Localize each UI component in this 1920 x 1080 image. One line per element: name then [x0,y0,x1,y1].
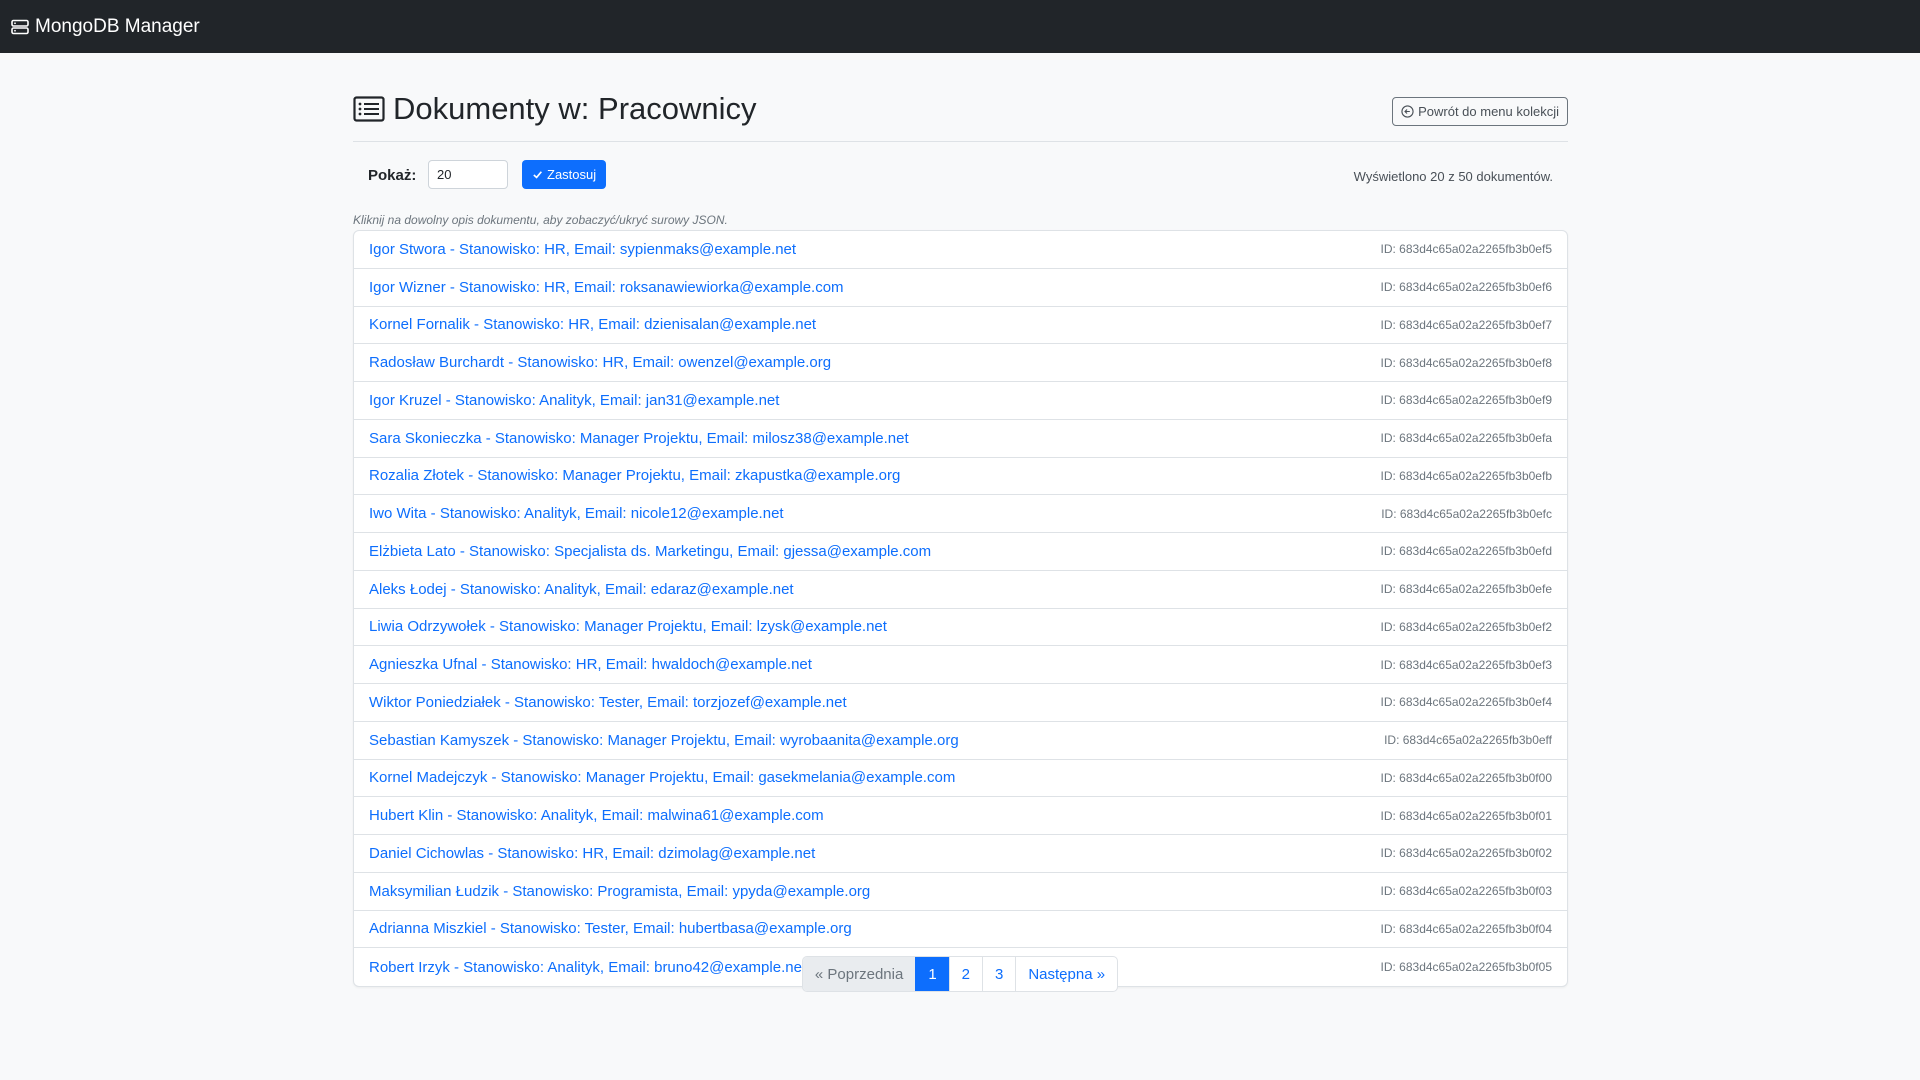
document-description-link[interactable]: Aleks Łodej - Stanowisko: Analityk, Emai… [369,581,794,598]
document-id: ID: 683d4c65a02a2265fb3b0efe [1380,582,1553,597]
next-page-button[interactable]: Następna » [1015,957,1117,991]
document-description-link[interactable]: Hubert Klin - Stanowisko: Analityk, Emai… [369,807,824,824]
document-description-link[interactable]: Igor Wizner - Stanowisko: HR, Email: rok… [369,279,844,296]
page-1-button[interactable]: 1 [915,957,949,991]
page-title: Dokumenty w: Pracownicy [353,91,757,127]
prev-page-button[interactable]: « Poprzednia [802,957,916,991]
brand-title: MongoDB Manager [35,15,200,37]
document-id: ID: 683d4c65a02a2265fb3b0f01 [1380,808,1553,823]
document-id: ID: 683d4c65a02a2265fb3b0ef7 [1380,317,1553,332]
document-row[interactable]: Igor Stwora - Stanowisko: HR, Email: syp… [354,231,1567,269]
document-description-link[interactable]: Maksymilian Łudzik - Stanowisko: Program… [369,883,870,900]
main-container: Dokumenty w: Pracownicy Powrót do menu k… [353,53,1568,987]
document-description-link[interactable]: Adrianna Miszkiel - Stanowisko: Tester, … [369,920,852,937]
document-count-text: Wyświetlono 20 z 50 dokumentów. [1353,169,1553,184]
document-row[interactable]: Hubert Klin - Stanowisko: Analityk, Emai… [354,797,1567,835]
document-row[interactable]: Daniel Cichowlas - Stanowisko: HR, Email… [354,835,1567,873]
document-id: ID: 683d4c65a02a2265fb3b0ef3 [1380,657,1553,672]
document-row[interactable]: Sara Skonieczka - Stanowisko: Manager Pr… [354,420,1567,458]
page-title-text: Dokumenty w: Pracownicy [393,91,757,126]
document-description-link[interactable]: Igor Stwora - Stanowisko: HR, Email: syp… [369,241,796,258]
document-description-link[interactable]: Sara Skonieczka - Stanowisko: Manager Pr… [369,430,909,447]
document-row[interactable]: Agnieszka Ufnal - Stanowisko: HR, Email:… [354,646,1567,684]
back-button-label: Powrót do menu kolekcji [1418,104,1559,119]
document-description-link[interactable]: Kornel Fornalik - Stanowisko: HR, Email:… [369,316,816,333]
document-id: ID: 683d4c65a02a2265fb3b0efa [1380,431,1553,446]
document-row[interactable]: Adrianna Miszkiel - Stanowisko: Tester, … [354,911,1567,949]
back-to-collections-button[interactable]: Powrót do menu kolekcji [1392,97,1568,126]
document-row[interactable]: Liwia Odrzywołek - Stanowisko: Manager P… [354,609,1567,647]
document-row[interactable]: Elżbieta Lato - Stanowisko: Specjalista … [354,533,1567,571]
page-header: Dokumenty w: Pracownicy Powrót do menu k… [353,53,1568,142]
document-description-link[interactable]: Sebastian Kamyszek - Stanowisko: Manager… [369,732,959,749]
top-navbar: MongoDB Manager [0,0,1920,53]
document-description-link[interactable]: Elżbieta Lato - Stanowisko: Specjalista … [369,543,931,560]
document-row[interactable]: Igor Kruzel - Stanowisko: Analityk, Emai… [354,382,1567,420]
apply-button[interactable]: Zastosuj [522,160,607,189]
page-3-button[interactable]: 3 [982,957,1015,991]
document-row[interactable]: Igor Wizner - Stanowisko: HR, Email: rok… [354,269,1567,307]
pagination: « Poprzednia 1 2 3 Następna » [0,956,1920,992]
document-id: ID: 683d4c65a02a2265fb3b0ef8 [1380,355,1553,370]
documents-list: Igor Stwora - Stanowisko: HR, Email: syp… [353,230,1568,987]
document-row[interactable]: Radosław Burchardt - Stanowisko: HR, Ema… [354,344,1567,382]
document-id: ID: 683d4c65a02a2265fb3b0f03 [1380,884,1553,899]
document-description-link[interactable]: Agnieszka Ufnal - Stanowisko: HR, Email:… [369,656,812,673]
document-description-link[interactable]: Wiktor Poniedziałek - Stanowisko: Tester… [369,694,847,711]
document-id: ID: 683d4c65a02a2265fb3b0f00 [1380,770,1553,785]
document-row[interactable]: Aleks Łodej - Stanowisko: Analityk, Emai… [354,571,1567,609]
document-description-link[interactable]: Rozalia Złotek - Stanowisko: Manager Pro… [369,467,900,484]
document-id: ID: 683d4c65a02a2265fb3b0ef6 [1380,280,1553,295]
document-id: ID: 683d4c65a02a2265fb3b0ef2 [1380,619,1553,634]
document-description-link[interactable]: Daniel Cichowlas - Stanowisko: HR, Email… [369,845,815,862]
brand-link[interactable]: MongoDB Manager [11,16,200,38]
document-description-link[interactable]: Iwo Wita - Stanowisko: Analityk, Email: … [369,505,784,522]
document-description-link[interactable]: Liwia Odrzywołek - Stanowisko: Manager P… [369,618,887,635]
document-row[interactable]: Rozalia Złotek - Stanowisko: Manager Pro… [354,458,1567,496]
apply-button-label: Zastosuj [547,167,597,182]
document-description-link[interactable]: Radosław Burchardt - Stanowisko: HR, Ema… [369,354,831,371]
document-id: ID: 683d4c65a02a2265fb3b0efc [1381,506,1552,521]
server-stack-icon [11,19,29,34]
show-count-input[interactable] [428,160,508,189]
document-id: ID: 683d4c65a02a2265fb3b0ef5 [1380,242,1553,257]
document-id: ID: 683d4c65a02a2265fb3b0eff [1384,733,1552,748]
hint-text: Kliknij na dowolny opis dokumentu, aby z… [353,213,728,227]
document-row[interactable]: Kornel Fornalik - Stanowisko: HR, Email:… [354,307,1567,345]
document-row[interactable]: Maksymilian Łudzik - Stanowisko: Program… [354,873,1567,911]
pagination-controls: « Poprzednia 1 2 3 Następna » [801,956,1119,992]
document-id: ID: 683d4c65a02a2265fb3b0f02 [1380,846,1553,861]
show-label: Pokaż: [368,167,417,184]
page-2-button[interactable]: 2 [948,957,982,991]
list-icon [353,96,385,122]
document-id: ID: 683d4c65a02a2265fb3b0ef9 [1380,393,1553,408]
document-row[interactable]: Iwo Wita - Stanowisko: Analityk, Email: … [354,495,1567,533]
document-id: ID: 683d4c65a02a2265fb3b0f04 [1380,921,1553,936]
document-description-link[interactable]: Kornel Madejczyk - Stanowisko: Manager P… [369,769,955,786]
document-row[interactable]: Kornel Madejczyk - Stanowisko: Manager P… [354,760,1567,798]
check-icon [533,171,542,179]
document-id: ID: 683d4c65a02a2265fb3b0efb [1380,468,1553,483]
document-row[interactable]: Wiktor Poniedziałek - Stanowisko: Tester… [354,684,1567,722]
document-row[interactable]: Sebastian Kamyszek - Stanowisko: Manager… [354,722,1567,760]
document-description-link[interactable]: Igor Kruzel - Stanowisko: Analityk, Emai… [369,392,779,409]
document-id: ID: 683d4c65a02a2265fb3b0efd [1380,544,1553,559]
document-id: ID: 683d4c65a02a2265fb3b0ef4 [1380,695,1553,710]
circle-arrow-left-icon [1401,105,1414,118]
